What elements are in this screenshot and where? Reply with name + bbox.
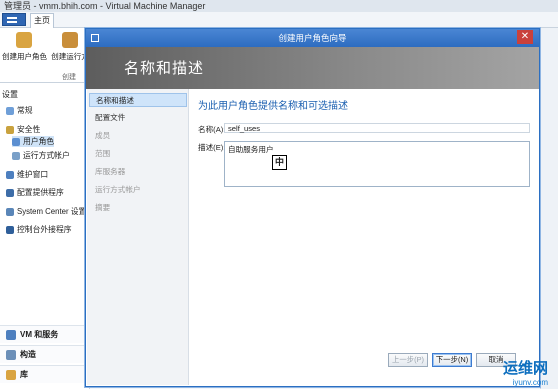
step-run-as-accounts[interactable]: 运行方式帐户 <box>89 183 187 197</box>
wizard-page-title: 名称和描述 <box>124 60 205 77</box>
instruction-text: 为此用户角色提供名称和可选描述 <box>198 101 348 112</box>
nav-section-title: 设置 <box>2 90 18 99</box>
step-profile[interactable]: 配置文件 <box>89 111 187 125</box>
nav-item-user-roles[interactable]: 用户角色 <box>12 136 55 147</box>
step-name-description[interactable]: 名称和描述 <box>89 93 187 107</box>
create-run-as-label: 创建运行方 <box>51 52 89 61</box>
library-icon <box>6 369 16 380</box>
wizard-header: 名称和描述 <box>86 47 539 89</box>
wizard-title-bar: 创建用户角色向导 ✕ <box>86 29 539 47</box>
nav-item-general[interactable]: 常规 <box>6 105 33 116</box>
vm-icon <box>6 329 16 340</box>
workspace-library[interactable]: 库 <box>0 365 90 383</box>
left-nav: 设置 常规 安全性 用户角色 运行方式帐户 维护窗口 配置提供程序 System… <box>0 83 90 389</box>
step-members[interactable]: 成员 <box>89 129 187 143</box>
name-label: 名称(A): <box>198 125 226 134</box>
lock-icon <box>6 125 14 134</box>
create-user-role-wizard: 创建用户角色向导 ✕ 名称和描述 名称和描述 配置文件 成员 范围 库服务器 运… <box>85 28 540 387</box>
watermark-line2: iyunv.com <box>512 378 548 387</box>
watermark-line1: 运维网 <box>502 360 548 377</box>
nav-item-run-as-accounts[interactable]: 运行方式帐户 <box>12 150 70 161</box>
nav-item-maintenance-windows[interactable]: 维护窗口 <box>6 169 48 180</box>
nav-item-system-center-settings[interactable]: System Center 设置 <box>6 206 86 217</box>
nav-item-label: 常规 <box>17 106 33 115</box>
app-menu-button[interactable] <box>2 13 26 26</box>
wizard-button-bar: 上一步(P) 下一步(N) 取消 <box>190 351 538 375</box>
tab-home[interactable]: 主页 <box>30 13 54 28</box>
users-icon <box>12 137 20 146</box>
step-library-servers[interactable]: 库服务器 <box>89 165 187 179</box>
app-title: 管理员 - vmm.bhih.com - Virtual Machine Man… <box>4 1 206 11</box>
create-user-role-label: 创建用户角色 <box>2 52 47 61</box>
next-button[interactable]: 下一步(N) <box>432 353 472 367</box>
addin-icon <box>6 225 14 234</box>
description-input[interactable]: 自助服务用户 <box>224 141 530 187</box>
menu-icon-line <box>7 21 17 23</box>
workspace-vms-services[interactable]: VM 和服务 <box>0 325 90 343</box>
fabric-icon <box>6 349 16 360</box>
nav-item-console-addins[interactable]: 控制台外接程序 <box>6 224 72 235</box>
app-title-bar: 管理员 - vmm.bhih.com - Virtual Machine Man… <box>0 0 558 12</box>
watermark: 运维网 iyunv.com <box>503 357 548 387</box>
nav-item-label: 用户角色 <box>23 137 55 146</box>
settings-icon <box>6 106 14 115</box>
run-as-icon <box>62 32 78 48</box>
right-pane-edge <box>540 28 558 389</box>
user-role-icon <box>16 32 32 48</box>
wizard-steps: 名称和描述 配置文件 成员 范围 库服务器 运行方式帐户 摘要 <box>87 89 189 385</box>
close-button[interactable]: ✕ <box>517 30 533 44</box>
nav-item-label: 安全性 <box>17 125 41 134</box>
nav-item-security[interactable]: 安全性 <box>6 124 40 135</box>
workspace-label: 库 <box>20 370 28 379</box>
wizard-main: 为此用户角色提供名称和可选描述 名称(A): self_uses 描述(E): … <box>190 89 538 385</box>
account-icon <box>12 151 20 160</box>
workspace-label: VM 和服务 <box>20 330 59 339</box>
window-icon <box>6 170 14 179</box>
workspace-label: 构造 <box>20 350 36 359</box>
wizard-title: 创建用户角色向导 <box>278 33 347 43</box>
ribbon: 创建用户角色 创建运行方 <box>0 28 94 83</box>
workspace-fabric[interactable]: 构造 <box>0 345 90 363</box>
step-scope[interactable]: 范围 <box>89 147 187 161</box>
menu-icon <box>7 17 17 19</box>
ribbon-group-label: 创建 <box>62 74 76 81</box>
system-center-icon <box>6 207 14 216</box>
nav-item-label: System Center 设置 <box>17 207 87 216</box>
nav-item-label: 配置提供程序 <box>17 188 64 197</box>
nav-item-label: 控制台外接程序 <box>17 225 72 234</box>
provider-icon <box>6 188 14 197</box>
create-user-role-button[interactable]: 创建用户角色 <box>2 30 47 70</box>
step-summary[interactable]: 摘要 <box>89 201 187 215</box>
nav-item-label: 运行方式帐户 <box>23 151 70 160</box>
ime-indicator[interactable]: 中 <box>272 155 287 170</box>
ribbon-tab-bar <box>0 12 558 28</box>
nav-item-config-providers[interactable]: 配置提供程序 <box>6 187 64 198</box>
name-input[interactable]: self_uses <box>224 123 530 133</box>
nav-item-label: 维护窗口 <box>17 170 49 179</box>
previous-button[interactable]: 上一步(P) <box>388 353 428 367</box>
description-label: 描述(E): <box>198 143 226 152</box>
